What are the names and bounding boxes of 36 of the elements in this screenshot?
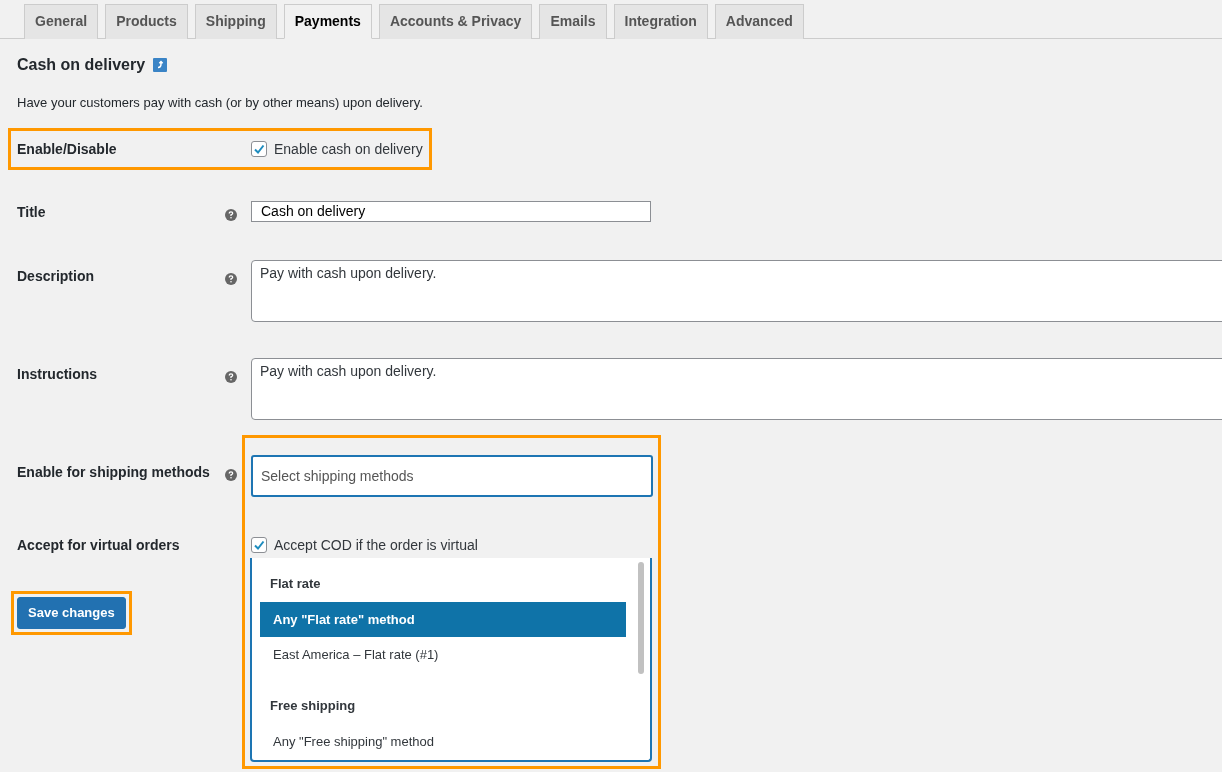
help-icon[interactable]	[225, 371, 237, 383]
field-label: Enable/Disable	[17, 140, 118, 158]
text-area[interactable]: Pay with cash upon delivery.	[251, 260, 1222, 322]
help-icon[interactable]	[225, 273, 237, 285]
checkbox[interactable]	[251, 141, 267, 157]
tab[interactable]: Products	[105, 4, 188, 39]
field-label: Instructions	[17, 365, 99, 383]
section-title: Cash on delivery	[17, 55, 146, 75]
tab[interactable]: General	[24, 4, 99, 39]
external-link-icon[interactable]	[153, 58, 168, 72]
text-area[interactable]: Pay with cash upon delivery.	[251, 358, 1222, 420]
select-field[interactable]: Select shipping methods	[251, 455, 653, 497]
help-icon[interactable]	[225, 469, 237, 481]
option-group-label: Free shipping	[269, 697, 357, 715]
tab[interactable]: Accounts & Privacy	[378, 4, 533, 39]
checkbox-label: Enable cash on delivery	[274, 140, 423, 158]
checkbox[interactable]	[251, 537, 267, 553]
tab[interactable]: Integration	[613, 4, 708, 39]
dropdown-option[interactable]: Any "Flat rate" method	[260, 602, 626, 637]
save-button[interactable]: Save changes	[17, 597, 126, 629]
help-icon[interactable]	[225, 209, 237, 221]
dropdown-option[interactable]: East America – Flat rate (#1)	[260, 637, 626, 672]
checkbox-label: Accept COD if the order is virtual	[274, 536, 478, 554]
field-label: Enable for shipping methods	[17, 463, 211, 481]
tab[interactable]: Advanced	[714, 4, 804, 39]
scrollbar-thumb[interactable]	[638, 562, 644, 674]
field-label: Accept for virtual orders	[17, 536, 181, 554]
tab[interactable]: Emails	[539, 4, 607, 39]
tab[interactable]: Shipping	[194, 4, 277, 39]
dropdown-option[interactable]: Any "Free shipping" method	[260, 724, 626, 759]
field-label: Description	[17, 267, 95, 285]
field-label: Title	[17, 203, 47, 221]
tab[interactable]: Payments	[283, 4, 372, 39]
section-description: Have your customers pay with cash (or by other means) upon delivery.	[17, 94, 424, 112]
title-input[interactable]: Cash on delivery	[251, 201, 651, 222]
option-group-label: Flat rate	[269, 575, 322, 593]
